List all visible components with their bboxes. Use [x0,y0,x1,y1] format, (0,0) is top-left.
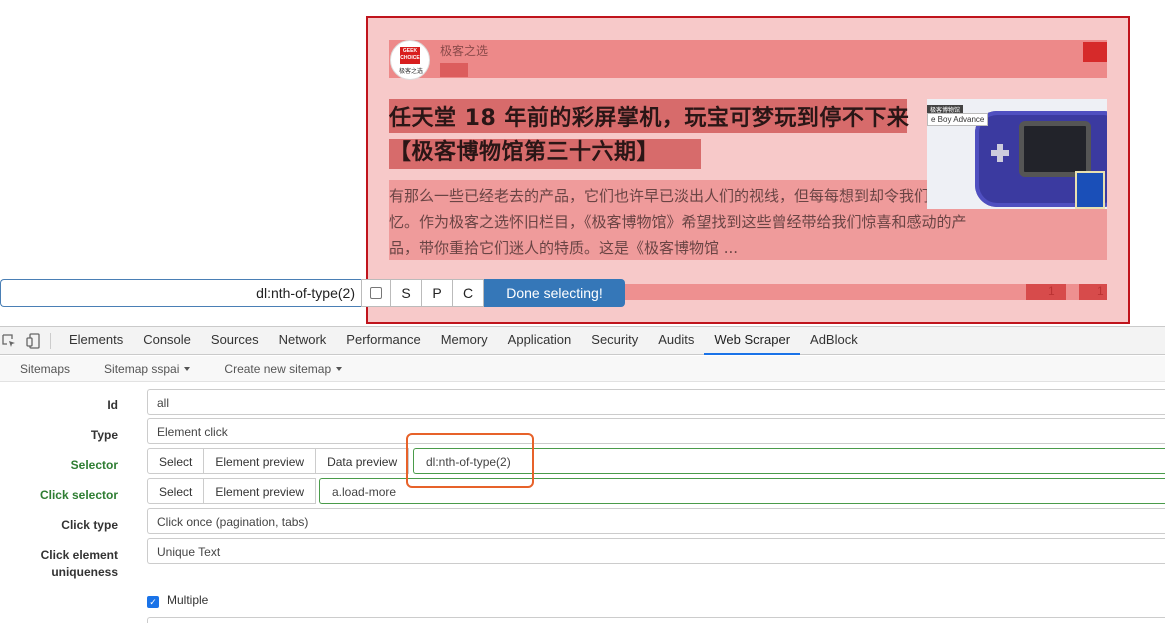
nav-sitemap-label: Sitemap sspai [104,361,180,376]
chevron-down-icon [336,367,343,372]
uniqueness-label-line1: Click element [40,548,118,562]
multiple-checkbox[interactable]: ✓ [147,596,159,608]
done-selecting-button[interactable]: Done selecting! [484,279,625,307]
type-label: Type [90,428,118,442]
selector-data-preview-button[interactable]: Data preview [316,448,410,474]
selector-button-group: Select Element preview Data preview [147,448,410,474]
article-excerpt[interactable]: 有那么一些已经老去的产品，它们也许早已淡出人们的视线，但每每想到却令我们充满回忆… [389,183,989,261]
chevron-down-icon [184,367,191,372]
inspect-element-icon[interactable] [0,333,18,349]
author-time-highlight [440,63,468,77]
click-type-label: Click type [61,518,118,532]
article-thumbnail[interactable]: 极客博物馆 e Boy Advance [927,99,1107,209]
tab-security[interactable]: Security [581,326,648,355]
click-selector-element-preview-button[interactable]: Element preview [204,478,317,504]
avatar-caption: 极客之选 [398,68,423,75]
webscraper-nav: Sitemaps Sitemap sspai Create new sitema… [0,356,1165,382]
multiple-toggle-checkbox[interactable] [361,279,391,307]
next-field[interactable] [147,617,1165,623]
tab-sources[interactable]: Sources [201,326,269,355]
thumbnail-caption: e Boy Advance [927,113,989,126]
id-field[interactable]: all [147,389,1165,415]
click-selector-button-group: Select Element preview [147,478,317,504]
multiple-label[interactable]: Multiple [167,593,208,607]
tab-performance[interactable]: Performance [336,326,430,355]
id-label: Id [107,398,118,412]
selector-select-button[interactable]: Select [147,448,205,474]
author-row-highlight [389,40,1107,78]
selector-toolbar: dl:nth-of-type(2) S P C Done selecting! [0,279,625,307]
click-selector-select-button[interactable]: Select [147,478,205,504]
uniqueness-select[interactable]: Unique Text [147,538,1165,564]
selector-element-preview-button[interactable]: Element preview [204,448,317,474]
tab-web-scraper[interactable]: Web Scraper [704,326,801,355]
avatar[interactable]: GEEK CHOICE 极客之选 [390,40,430,80]
author-action-highlight[interactable] [1083,42,1107,62]
comment-count[interactable]: 1 [1026,284,1066,300]
select-children-button[interactable]: S [391,279,422,307]
tab-adblock[interactable]: AdBlock [800,326,868,355]
selector-preview-input[interactable]: dl:nth-of-type(2) [0,279,361,307]
select-child-button[interactable]: C [453,279,484,307]
nav-sitemap-dropdown[interactable]: Sitemap sspai [84,362,204,376]
uniqueness-label-line2: uniqueness [51,565,118,579]
like-count[interactable]: 1 [1079,284,1107,300]
tab-elements[interactable]: Elements [59,326,133,355]
selector-label: Selector [70,458,118,472]
article-title[interactable]: 任天堂 18 年前的彩屏掌机，玩宝可梦玩到停不下来【极客博物馆第三十六期】 [389,102,919,170]
device-toolbar-icon[interactable] [24,332,42,349]
nav-sitemaps[interactable]: Sitemaps [0,362,84,376]
tab-network[interactable]: Network [269,326,337,355]
tab-application[interactable]: Application [498,326,582,355]
page-preview: GEEK CHOICE 极客之选 极客之选 任天堂 18 年前的彩屏掌机，玩宝可… [0,0,1165,326]
tab-audits[interactable]: Audits [648,326,704,355]
nav-create-sitemap[interactable]: Create new sitemap [204,362,356,376]
click-selector-label: Click selector [39,488,118,502]
annotation-highlight-box [406,433,534,488]
click-type-select[interactable]: Click once (pagination, tabs) [147,508,1165,534]
select-parent-button[interactable]: P [422,279,453,307]
tab-console[interactable]: Console [133,326,201,355]
geek-choice-logo: GEEK CHOICE [400,47,420,64]
nav-create-label: Create new sitemap [224,361,332,376]
author-name[interactable]: 极客之选 [440,42,488,59]
tab-memory[interactable]: Memory [431,326,498,355]
devtools-tab-bar: Elements Console Sources Network Perform… [0,326,1165,355]
type-select[interactable]: Element click [147,418,1165,444]
